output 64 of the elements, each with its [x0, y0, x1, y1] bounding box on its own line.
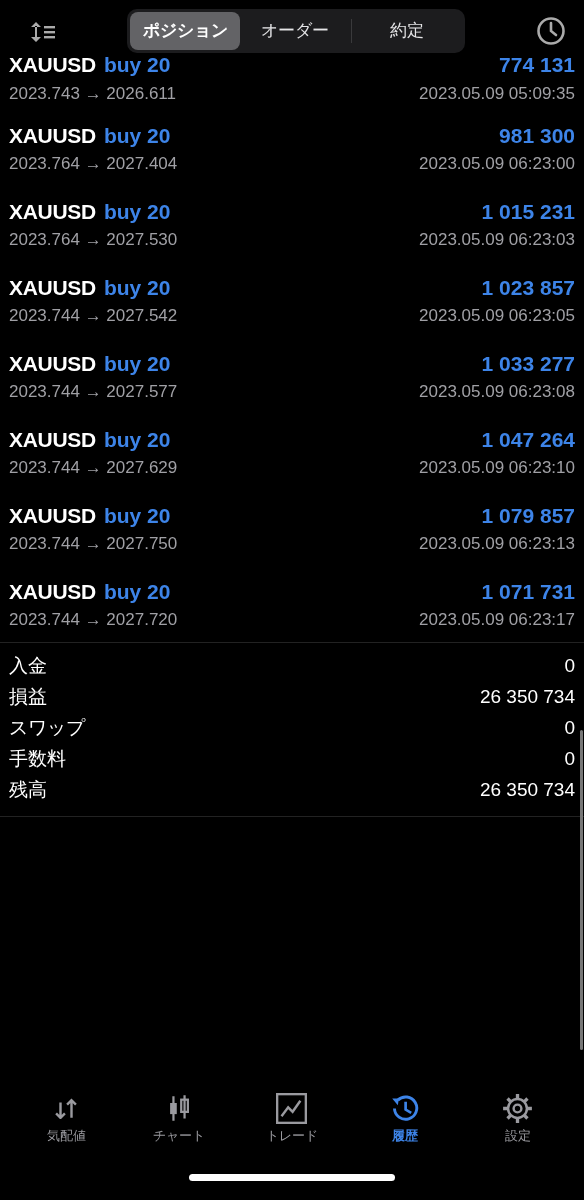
time-text: 2023.05.09 06:23:08	[419, 381, 575, 403]
history-icon	[390, 1094, 420, 1123]
time-text: 2023.05.09 06:23:13	[419, 533, 575, 555]
sort-list-icon[interactable]	[30, 19, 56, 43]
side-text: buy 20	[103, 122, 171, 149]
summary-value: 0	[564, 716, 575, 741]
price-text: 2023.764 → 2027.404	[9, 153, 178, 175]
candlestick-icon	[169, 1094, 190, 1123]
profit-text: 774 131	[499, 52, 575, 78]
time-text: 2023.05.09 06:23:17	[419, 609, 575, 631]
summary-value: 0	[564, 654, 575, 679]
symbol-text: XAUUSD	[9, 274, 96, 301]
time-text: 2023.05.09 06:23:00	[419, 153, 575, 175]
price-text: 2023.764 → 2027.530	[9, 229, 178, 251]
symbol-text: XAUUSD	[9, 426, 96, 453]
symbol-text: XAUUSD	[9, 122, 96, 149]
price-text: 2023.744 → 2027.720	[9, 609, 178, 631]
clock-icon[interactable]	[536, 16, 566, 46]
profit-text: 1 071 731	[481, 578, 575, 605]
symbol-text: XAUUSD	[9, 502, 96, 529]
tab-bar-item[interactable]: 履歴	[348, 1094, 462, 1146]
summary-value: 26 350 734	[479, 685, 575, 710]
summary-value: 26 350 734	[479, 778, 575, 803]
price-text: 2023.744 → 2027.629	[9, 457, 178, 479]
price-text: 2023.744 → 2027.542	[9, 305, 178, 327]
profit-text: 1 079 857	[481, 502, 575, 529]
profit-text: 981 300	[499, 122, 575, 149]
settings-icon	[502, 1094, 534, 1123]
tab-bar-item[interactable]: チャート	[122, 1094, 236, 1146]
price-text: 2023.744 → 2027.750	[9, 533, 178, 555]
side-text: buy 20	[103, 274, 171, 301]
side-text: buy 20	[103, 502, 171, 529]
profit-text: 1 023 857	[481, 274, 575, 301]
summary-label: 損益	[9, 685, 47, 710]
segment-tab[interactable]: 約定	[351, 12, 462, 50]
profit-text: 1 047 264	[481, 426, 575, 453]
summary-label: 手数料	[9, 747, 66, 772]
summary-label: スワップ	[9, 716, 85, 741]
price-text: 2023.743 → 2026.611	[9, 82, 176, 105]
tab-bar-item[interactable]: 気配値	[10, 1094, 123, 1146]
segment-tab[interactable]: ポジション	[130, 12, 241, 50]
summary-label: 残高	[9, 778, 47, 803]
side-text: buy 20	[103, 52, 171, 78]
side-text: buy 20	[103, 426, 171, 453]
time-text: 2023.05.09 05:09:35	[419, 82, 575, 105]
tab-bar-item[interactable]: 設定	[461, 1094, 574, 1146]
segment-tab[interactable]: オーダー	[240, 12, 351, 50]
symbol-text: XAUUSD	[9, 578, 96, 605]
symbol-text: XAUUSD	[9, 198, 96, 225]
side-text: buy 20	[103, 578, 171, 605]
profit-text: 1 033 277	[481, 350, 575, 377]
time-text: 2023.05.09 06:23:05	[419, 305, 575, 327]
line-chart-icon	[276, 1094, 308, 1123]
time-text: 2023.05.09 06:23:10	[419, 457, 575, 479]
summary-value: 0	[564, 747, 575, 772]
summary-label: 入金	[9, 654, 47, 679]
time-text: 2023.05.09 06:23:03	[419, 229, 575, 251]
price-text: 2023.744 → 2027.577	[9, 381, 178, 403]
side-text: buy 20	[103, 350, 171, 377]
symbol-text: XAUUSD	[9, 350, 96, 377]
profit-text: 1 015 231	[481, 198, 575, 225]
side-text: buy 20	[103, 198, 171, 225]
symbol-text: XAUUSD	[9, 52, 96, 78]
tab-bar-item[interactable]: トレード	[235, 1094, 349, 1146]
